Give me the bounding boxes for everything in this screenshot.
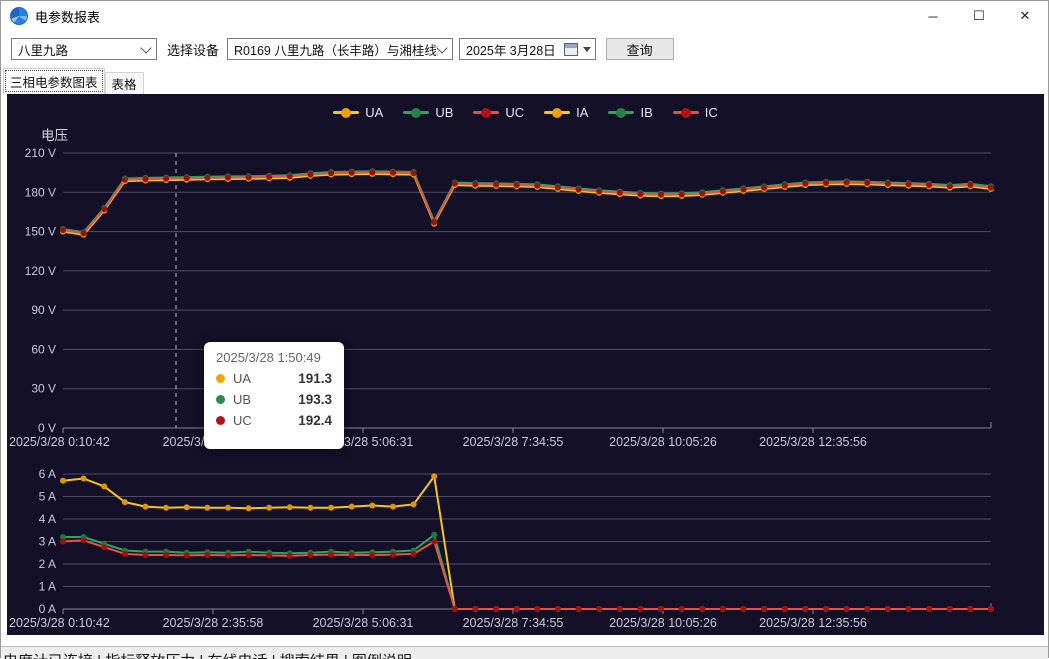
svg-text:0 V: 0 V bbox=[38, 421, 56, 435]
legend-dot-icon bbox=[616, 108, 626, 118]
svg-text:210 V: 210 V bbox=[25, 146, 56, 160]
clipped-background-window-text: 电度计已连接 | 指标释放压力 | 在线电话 | 搜索结果 | 图例说明 bbox=[1, 646, 1048, 659]
svg-text:2 A: 2 A bbox=[39, 557, 56, 571]
svg-text:5 A: 5 A bbox=[39, 490, 56, 504]
device-select[interactable]: R0169 八里九路（长丰路）与湘桂线交 bbox=[227, 38, 453, 60]
app-window: { "window": { "title": "电参数报表", "control… bbox=[0, 0, 1049, 658]
svg-text:2025/3/28 0:10:42: 2025/3/28 0:10:42 bbox=[9, 616, 110, 630]
legend-item-ib[interactable]: IB bbox=[608, 105, 652, 120]
legend-label: IB bbox=[640, 105, 652, 120]
tooltip-label: UB bbox=[233, 392, 251, 407]
legend-label: IC bbox=[705, 105, 718, 120]
legend-marker-icon bbox=[544, 111, 570, 114]
svg-text:4 A: 4 A bbox=[39, 512, 56, 526]
svg-text:3 A: 3 A bbox=[39, 535, 56, 549]
legend-label: IA bbox=[576, 105, 588, 120]
tooltip-row-uc: UC 192.4 bbox=[216, 413, 332, 428]
svg-text:60 V: 60 V bbox=[31, 342, 56, 356]
svg-text:1 A: 1 A bbox=[39, 580, 56, 594]
ub-dot-icon bbox=[216, 395, 225, 404]
svg-text:90 V: 90 V bbox=[31, 303, 56, 317]
close-button[interactable]: ✕ bbox=[1002, 1, 1048, 31]
svg-text:2025/3/28 10:05:26: 2025/3/28 10:05:26 bbox=[609, 616, 717, 630]
tooltip-value: 193.3 bbox=[298, 392, 332, 407]
tooltip-row-ub: UB 193.3 bbox=[216, 392, 332, 407]
window-title: 电参数报表 bbox=[35, 7, 100, 26]
bottom-spacer bbox=[1, 635, 1048, 646]
tooltip-label: UC bbox=[233, 413, 252, 428]
tab-strip: 三相电参数图表 表格 bbox=[1, 67, 1048, 94]
svg-text:150 V: 150 V bbox=[25, 225, 56, 239]
legend-item-ic[interactable]: IC bbox=[673, 105, 718, 120]
legend-marker-icon bbox=[333, 111, 359, 114]
chevron-down-icon bbox=[436, 42, 447, 53]
svg-text:0 A: 0 A bbox=[39, 602, 56, 616]
date-value: 2025年 3月28日 bbox=[466, 40, 556, 59]
legend-label: UC bbox=[505, 105, 524, 120]
legend-label: UA bbox=[365, 105, 383, 120]
device-select-value: R0169 八里九路（长丰路）与湘桂线交 bbox=[234, 40, 438, 59]
legend-item-ia[interactable]: IA bbox=[544, 105, 588, 120]
tab-three-phase-chart[interactable]: 三相电参数图表 bbox=[3, 68, 105, 94]
app-logo-icon bbox=[10, 7, 28, 25]
svg-text:180 V: 180 V bbox=[25, 185, 56, 199]
legend-marker-icon bbox=[673, 111, 699, 114]
svg-text:2025/3/28 0:10:42: 2025/3/28 0:10:42 bbox=[9, 435, 110, 449]
tab-table[interactable]: 表格 bbox=[105, 72, 144, 94]
legend-label: UB bbox=[435, 105, 453, 120]
tooltip-value: 192.4 bbox=[298, 413, 332, 428]
legend-dot-icon bbox=[681, 108, 691, 118]
legend-marker-icon bbox=[473, 111, 499, 114]
svg-text:2025/3/28 7:34:55: 2025/3/28 7:34:55 bbox=[463, 616, 564, 630]
voltage-chart-title: 电压 bbox=[41, 124, 68, 144]
toolbar: 八里九路 选择设备 R0169 八里九路（长丰路）与湘桂线交 2025年 3月2… bbox=[1, 31, 1048, 67]
legend-dot-icon bbox=[411, 108, 421, 118]
area-select[interactable]: 八里九路 bbox=[11, 38, 157, 60]
svg-text:2025/3/28 5:06:31: 2025/3/28 5:06:31 bbox=[313, 616, 414, 630]
svg-text:2025/3/28 10:05:26: 2025/3/28 10:05:26 bbox=[609, 435, 717, 449]
svg-text:2025/3/28 2:35:58: 2025/3/28 2:35:58 bbox=[163, 616, 264, 630]
chart-legend: UA UB UC IA IB IC bbox=[7, 105, 1044, 120]
voltage-and-current-charts[interactable]: 210 V180 V150 V120 V90 V60 V30 V0 V2025/… bbox=[7, 94, 1044, 635]
title-bar: 电参数报表 bbox=[1, 1, 1048, 31]
svg-text:2025/3/28 7:34:55: 2025/3/28 7:34:55 bbox=[463, 435, 564, 449]
legend-dot-icon bbox=[341, 108, 351, 118]
dropdown-arrow-icon bbox=[583, 47, 591, 52]
maximize-button[interactable]: ☐ bbox=[956, 1, 1002, 31]
legend-item-uc[interactable]: UC bbox=[473, 105, 524, 120]
chart-tooltip: 2025/3/28 1:50:49 UA 191.3 UB 193.3 UC 1… bbox=[204, 342, 344, 449]
svg-text:2025/3/28 12:35:56: 2025/3/28 12:35:56 bbox=[759, 616, 867, 630]
svg-text:6 A: 6 A bbox=[39, 467, 56, 481]
svg-text:120 V: 120 V bbox=[25, 264, 56, 278]
legend-marker-icon bbox=[608, 111, 634, 114]
svg-text:2025/3/28 12:35:56: 2025/3/28 12:35:56 bbox=[759, 435, 867, 449]
tooltip-timestamp: 2025/3/28 1:50:49 bbox=[216, 350, 332, 365]
query-button[interactable]: 查询 bbox=[606, 38, 674, 60]
svg-text:30 V: 30 V bbox=[31, 382, 56, 396]
uc-dot-icon bbox=[216, 416, 225, 425]
calendar-icon bbox=[564, 43, 578, 56]
tooltip-label: UA bbox=[233, 371, 251, 386]
legend-item-ua[interactable]: UA bbox=[333, 105, 383, 120]
device-label: 选择设备 bbox=[167, 40, 219, 59]
chart-panel: UA UB UC IA IB IC 电压 210 V 180 V 150 V 120 V 90 V… bbox=[7, 94, 1044, 635]
area-select-value: 八里九路 bbox=[18, 40, 68, 59]
ua-dot-icon bbox=[216, 374, 225, 383]
chevron-down-icon bbox=[140, 42, 151, 53]
legend-item-ub[interactable]: UB bbox=[403, 105, 453, 120]
window-controls: ─ ☐ ✕ bbox=[910, 1, 1048, 31]
legend-dot-icon bbox=[552, 108, 562, 118]
minimize-button[interactable]: ─ bbox=[910, 1, 956, 31]
legend-dot-icon bbox=[481, 108, 491, 118]
tooltip-row-ua: UA 191.3 bbox=[216, 371, 332, 386]
date-picker[interactable]: 2025年 3月28日 bbox=[459, 38, 596, 60]
tooltip-value: 191.3 bbox=[298, 371, 332, 386]
legend-marker-icon bbox=[403, 111, 429, 114]
